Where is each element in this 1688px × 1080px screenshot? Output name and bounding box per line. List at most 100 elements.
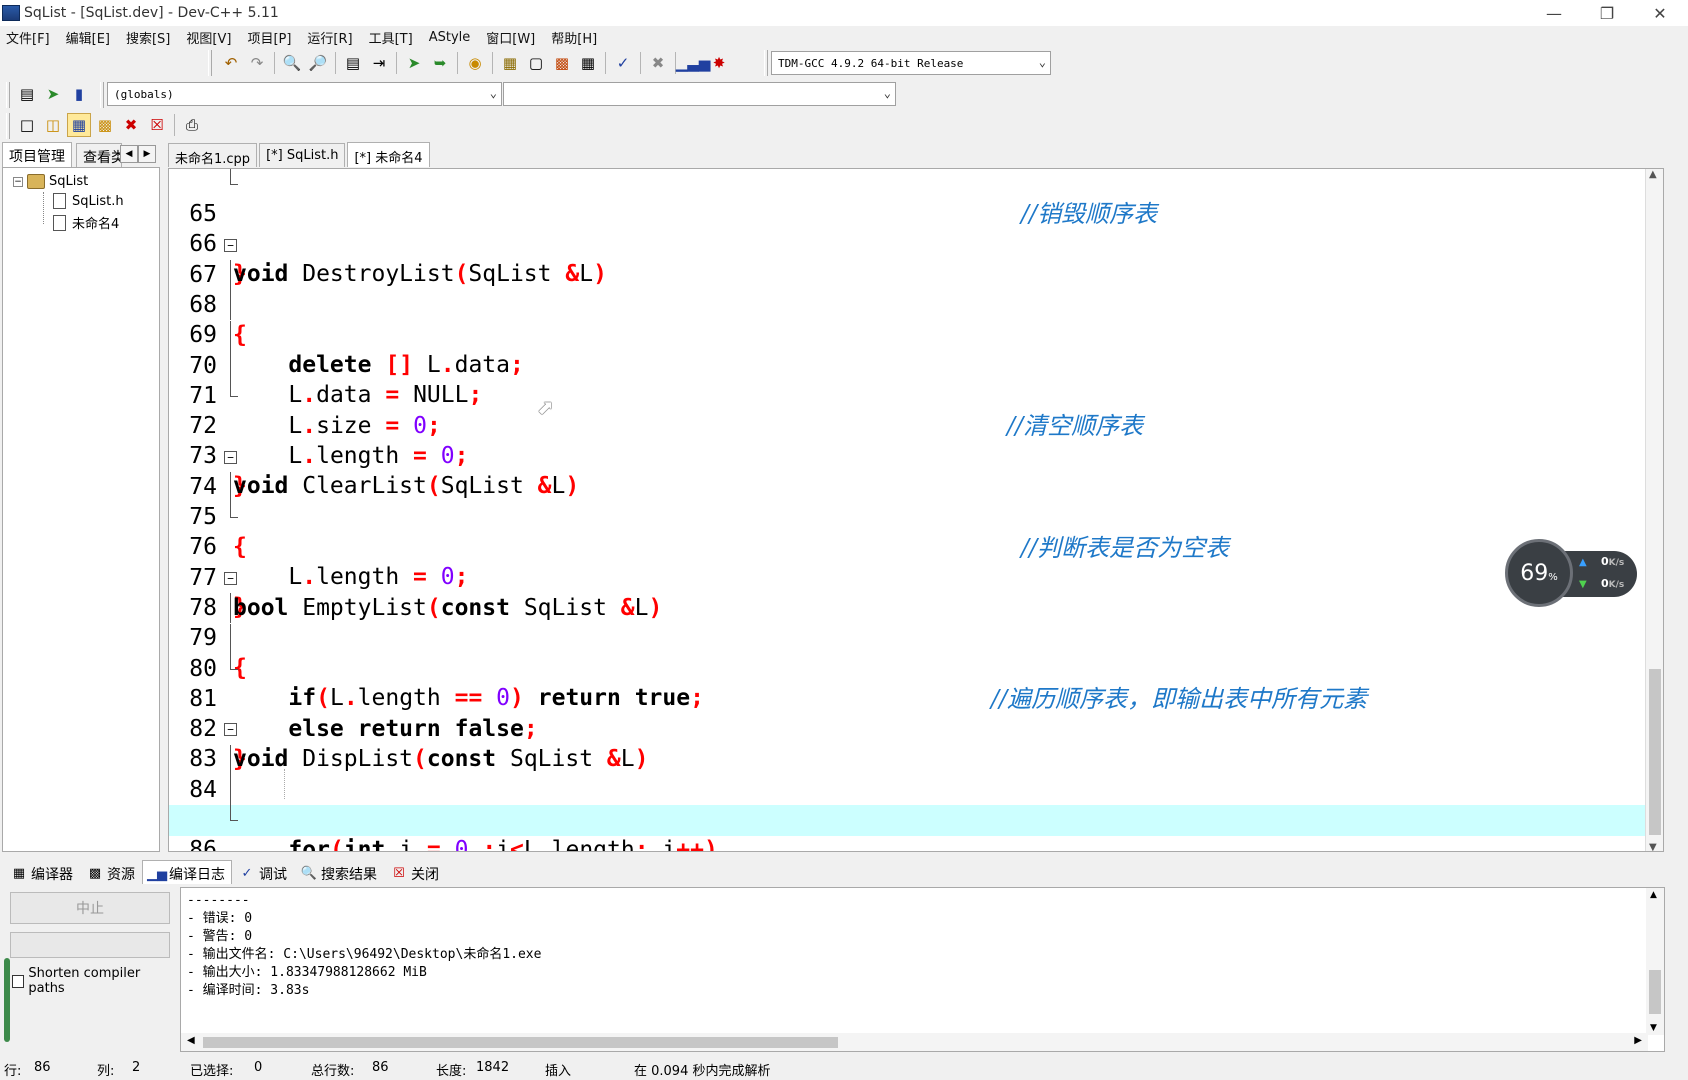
status-sel-label: 已选择: — [190, 1064, 234, 1079]
resources-icon: ▩ — [88, 866, 102, 881]
fold-icon[interactable]: − — [224, 723, 237, 737]
menu-project[interactable]: 项目[P] — [247, 28, 291, 47]
compiler-select[interactable]: TDM-GCC 4.9.2 64-bit Release ⌄ — [771, 51, 1051, 75]
replace-icon[interactable]: 🔎 — [306, 51, 330, 75]
tab-classes[interactable]: 查看类 — [76, 143, 122, 167]
menu-file[interactable]: 文件[F] — [6, 28, 50, 47]
menu-search[interactable]: 搜索[S] — [126, 28, 170, 47]
add-to-project-icon[interactable]: ➤ — [402, 51, 426, 75]
tree-item-file[interactable]: 未命名4 — [53, 213, 119, 232]
open-file-icon[interactable]: ◫ — [41, 113, 65, 137]
tab-scroll: ◀ ▶ — [120, 145, 156, 163]
menu-view[interactable]: 视图[V] — [186, 28, 231, 47]
find-icon[interactable]: 🔍 — [280, 51, 304, 75]
tab-file-2[interactable]: [*] SqList.h — [259, 143, 346, 167]
menu-run[interactable]: 运行[R] — [307, 28, 352, 47]
toolbar-grip-5[interactable] — [6, 113, 10, 139]
tab-search-results[interactable]: 🔍 搜索结果 — [294, 860, 384, 884]
restore-button[interactable]: ❐ — [1581, 0, 1633, 26]
goto-bookmark-icon[interactable]: ▮ — [67, 82, 91, 106]
editor-vscroll[interactable]: ▲ ▼ — [1645, 169, 1663, 851]
insert-icon[interactable]: ▤ — [15, 82, 39, 106]
menu-edit[interactable]: 编辑[E] — [66, 28, 110, 47]
shorten-paths-option[interactable]: Shorten compiler paths — [12, 966, 172, 996]
tab-compiler[interactable]: ▦ 编译器 — [4, 860, 80, 884]
print-icon[interactable]: ⎙ — [180, 113, 204, 137]
stop-icon[interactable]: ✖ — [646, 51, 670, 75]
shorten-paths-checkbox[interactable] — [12, 974, 25, 988]
goto-line-icon[interactable]: ▤ — [341, 51, 365, 75]
remove-from-project-icon[interactable]: ➥ — [428, 51, 452, 75]
scope-select[interactable]: (globals) ⌄ — [107, 82, 502, 106]
tree-file-label: 未命名4 — [72, 217, 120, 232]
run-icon[interactable]: ▢ — [524, 51, 548, 75]
bottom-panel-tabs: ▦ 编译器 ▩ 资源 ▁▅ 编译日志 ✓ 调试 🔍 搜索结果 ☒ 关闭 — [4, 860, 446, 884]
close-all-icon[interactable]: ☒ — [145, 113, 169, 137]
minimize-button[interactable]: — — [1528, 0, 1580, 26]
toolbar-grip-3[interactable] — [6, 82, 10, 108]
scroll-right-icon[interactable]: ▶ — [1634, 1035, 1642, 1046]
scroll-left-icon[interactable]: ◀ — [187, 1035, 195, 1046]
scroll-up-icon[interactable]: ▲ — [1650, 890, 1657, 900]
left-panel-tabs: 项目管理 查看类 ◀ ▶ — [0, 142, 160, 167]
tab-scroll-right-icon[interactable]: ▶ — [138, 145, 156, 163]
memory-percent: 69 — [1520, 560, 1549, 586]
toggle-bookmark-icon[interactable]: ➤ — [41, 82, 65, 106]
upload-unit: K/s — [1608, 558, 1625, 568]
syntax-check-icon[interactable]: ✓ — [611, 51, 635, 75]
save-icon[interactable]: ▦ — [67, 113, 91, 137]
tree-item-file[interactable]: SqList.h — [53, 193, 124, 209]
code-line: 73 void ClearList(SqList &L) //清空顺序表 — [169, 411, 1663, 499]
log-hscroll[interactable]: ◀ ▶ — [181, 1033, 1648, 1051]
status-total-label: 总行数: — [311, 1064, 355, 1079]
save-all-icon[interactable]: ▩ — [93, 113, 117, 137]
menu-help[interactable]: 帮助[H] — [551, 28, 597, 47]
menu-tools[interactable]: 工具[T] — [369, 28, 413, 47]
fold-icon[interactable]: − — [224, 450, 237, 464]
log-vscroll[interactable]: ▲ ▼ — [1646, 888, 1664, 1035]
tree-item-project[interactable]: − SqList — [13, 174, 88, 189]
fold-icon[interactable]: − — [224, 238, 237, 252]
network-widget[interactable]: ▲ 0K/s ▼ 0K/s 69% — [1505, 539, 1638, 609]
code-line: 78 − { — [169, 563, 1663, 681]
collapse-icon[interactable]: − — [13, 176, 23, 187]
tab-debug[interactable]: ✓ 调试 — [232, 860, 294, 884]
compile-icon[interactable]: ▦ — [498, 51, 522, 75]
new-file-icon[interactable]: □ — [15, 113, 39, 137]
toolbar-grip[interactable] — [208, 50, 212, 76]
rebuild-icon[interactable]: ▦ — [576, 51, 600, 75]
project-options-icon[interactable]: ◉ — [463, 51, 487, 75]
close-file-icon[interactable]: ✖ — [119, 113, 143, 137]
debug-icon[interactable]: ✸ — [707, 51, 731, 75]
close-button[interactable]: ✕ — [1634, 0, 1686, 26]
scroll-down-icon[interactable]: ▼ — [1650, 1023, 1657, 1033]
tab-file-3[interactable]: [*] 未命名4 — [347, 142, 430, 167]
compile-log[interactable]: -------- - 错误: 0 - 警告: 0 - 输出文件名: C:\Use… — [180, 887, 1665, 1052]
tab-scroll-left-icon[interactable]: ◀ — [120, 145, 138, 163]
status-mode: 插入 — [545, 1064, 572, 1079]
undo-icon[interactable]: ↶ — [219, 51, 243, 75]
fold-icon[interactable]: − — [224, 571, 237, 585]
scroll-up-icon[interactable]: ▲ — [1649, 169, 1657, 180]
scroll-down-icon[interactable]: ▼ — [1649, 842, 1657, 851]
download-icon: ▼ — [1579, 579, 1587, 590]
menu-window[interactable]: 窗口[W] — [486, 28, 535, 47]
tab-project[interactable]: 项目管理 — [2, 142, 72, 167]
code-editor[interactable]: 65 } 66 void DestroyList(SqList &L) //销毁… — [168, 168, 1664, 852]
function-select[interactable]: ⌄ — [503, 82, 896, 106]
log-line: - 警告: 0 — [187, 929, 253, 944]
redo-icon[interactable]: ↷ — [245, 51, 269, 75]
scroll-thumb[interactable] — [1649, 970, 1661, 1014]
indent-icon[interactable]: ⇥ — [367, 51, 391, 75]
abort-button[interactable]: 中止 — [10, 892, 170, 924]
scroll-thumb[interactable] — [203, 1037, 838, 1048]
compile-run-icon[interactable]: ▩ — [550, 51, 574, 75]
tab-close[interactable]: ☒ 关闭 — [384, 860, 446, 884]
scroll-thumb[interactable] — [1649, 669, 1661, 835]
tab-file-1[interactable]: 未命名1.cpp — [168, 143, 258, 167]
profile-icon[interactable]: ▁▃▅ — [676, 51, 711, 75]
menu-astyle[interactable]: AStyle — [429, 30, 471, 45]
upload-rate: 0 — [1601, 555, 1609, 568]
tab-resources[interactable]: ▩ 资源 — [80, 860, 142, 884]
tab-compile-log[interactable]: ▁▅ 编译日志 — [142, 860, 232, 884]
